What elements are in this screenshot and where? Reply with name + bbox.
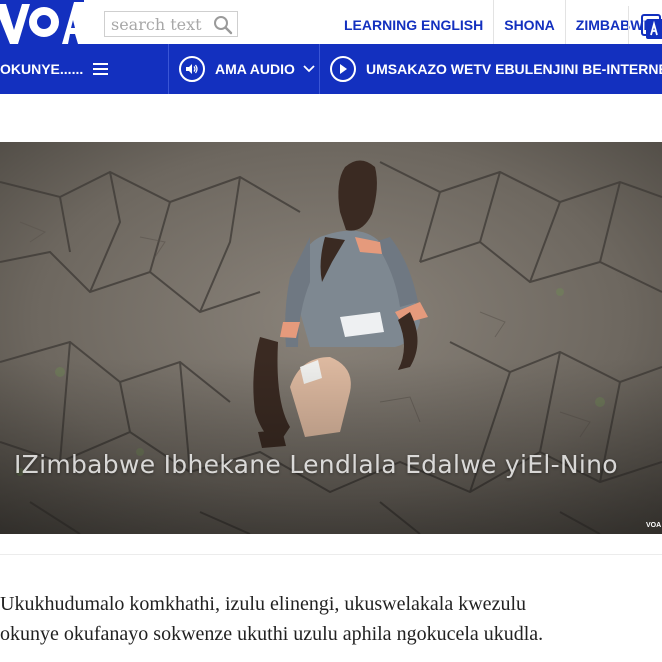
divider bbox=[0, 554, 662, 555]
top-bar: LEARNING ENGLISH SHONA ZIMBABWE bbox=[0, 0, 662, 45]
menu-icon bbox=[93, 62, 109, 76]
nav-section-label: OKUNYE...... bbox=[0, 61, 84, 77]
audio-label: AMA AUDIO bbox=[215, 61, 295, 77]
search-input[interactable] bbox=[105, 12, 215, 36]
search-box[interactable] bbox=[104, 11, 238, 37]
link-shona[interactable]: SHONA bbox=[493, 0, 565, 44]
language-icon[interactable] bbox=[628, 6, 662, 44]
hero-video-thumbnail[interactable]: IZimbabwe Ibhekane Lendlala Edalwe yiEl-… bbox=[0, 142, 662, 534]
audio-menu-button[interactable]: AMA AUDIO bbox=[179, 44, 315, 94]
play-icon bbox=[330, 56, 356, 82]
top-links: LEARNING ENGLISH SHONA ZIMBABWE bbox=[334, 0, 662, 44]
lead-line-2: okunye okufanayo sokwenze ukuthi uzulu a… bbox=[0, 623, 544, 645]
menu-button[interactable]: OKUNYE...... bbox=[0, 44, 109, 94]
nav-bar: OKUNYE...... AMA AUDIO UMSAKAZO WETV EBU… bbox=[0, 44, 662, 94]
video-caption: IZimbabwe Ibhekane Lendlala Edalwe yiEl-… bbox=[14, 450, 618, 479]
article-lead: Ukukhudumalo komkhathi, izulu elinengi, … bbox=[0, 589, 662, 649]
live-tv-button[interactable]: UMSAKAZO WETV EBULENJINI BE-INTERNET bbox=[330, 44, 662, 94]
lead-line-1: Ukukhudumalo komkhathi, izulu elinengi, … bbox=[0, 593, 526, 615]
chevron-down-icon bbox=[303, 65, 315, 73]
search-icon[interactable] bbox=[213, 15, 233, 39]
voa-watermark: VOA bbox=[646, 522, 662, 529]
live-tv-label: UMSAKAZO WETV EBULENJINI BE-INTERNET bbox=[366, 61, 662, 77]
nav-divider bbox=[319, 44, 320, 94]
voa-logo[interactable] bbox=[0, 0, 84, 44]
link-learning-english[interactable]: LEARNING ENGLISH bbox=[334, 0, 493, 44]
nav-divider bbox=[168, 44, 169, 94]
audio-icon bbox=[179, 56, 205, 82]
